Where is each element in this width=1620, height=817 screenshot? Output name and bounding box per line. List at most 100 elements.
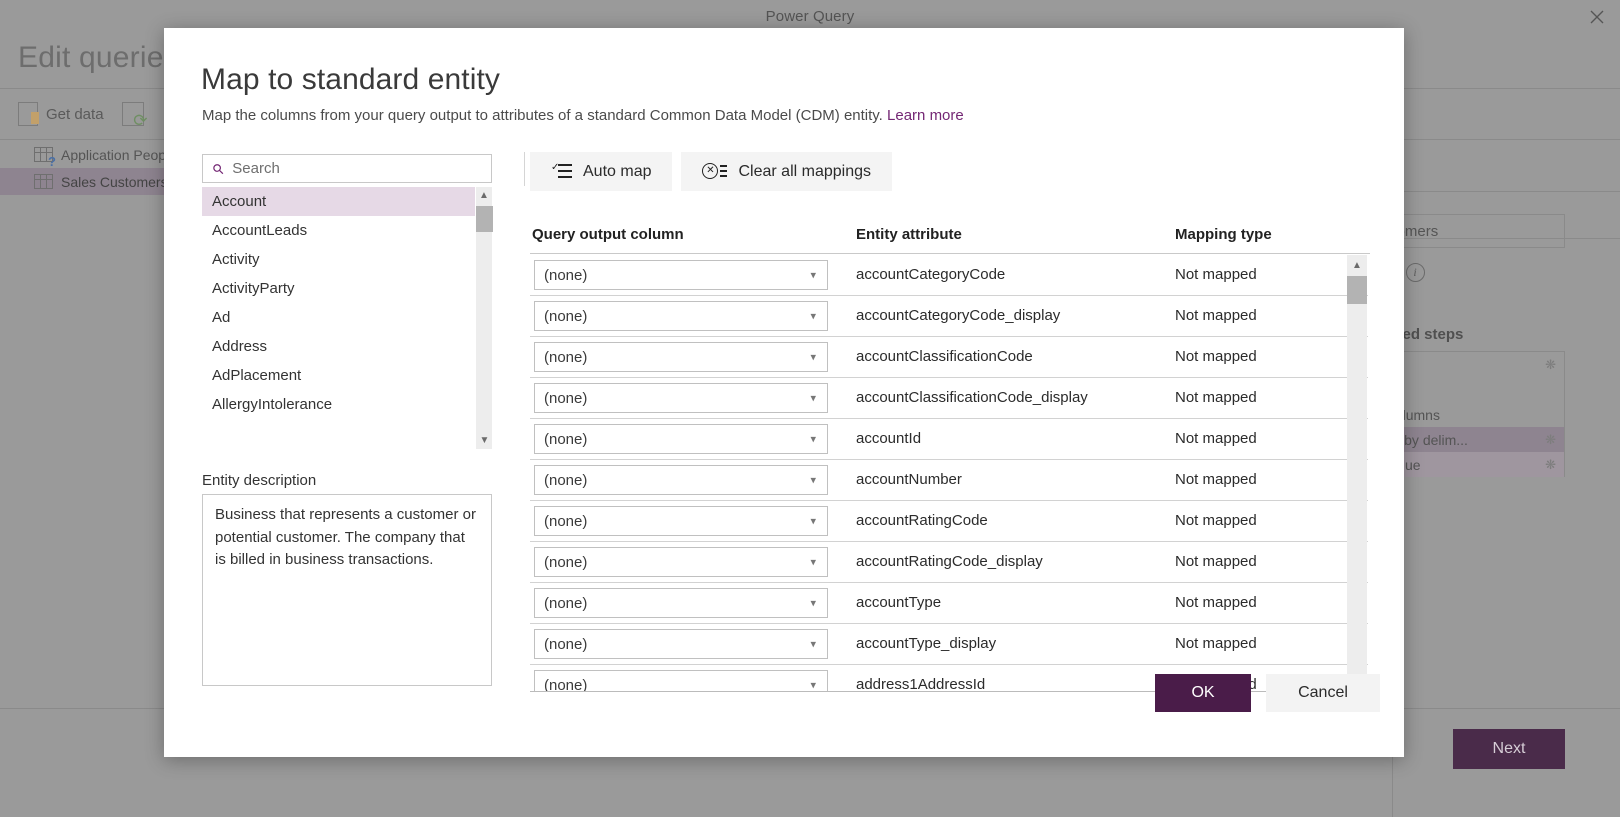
query-output-column-dropdown[interactable]: (none) ▾ (534, 547, 828, 577)
entity-label: Account (212, 193, 266, 210)
next-button[interactable]: Next (1453, 729, 1565, 769)
toolbar-divider (524, 152, 525, 186)
entity-attribute-value: accountId (856, 430, 921, 447)
search-icon: ⚲ (210, 160, 227, 177)
chevron-down-icon: ▾ (810, 597, 816, 610)
entity-list-item-allergyintolerance[interactable]: AllergyIntolerance (202, 390, 492, 419)
gear-icon[interactable]: ❋ (1545, 457, 1556, 473)
get-data-button[interactable]: Get data (18, 102, 104, 126)
entity-list-item-activityparty[interactable]: ActivityParty (202, 274, 492, 303)
chevron-down-icon: ▾ (810, 679, 816, 692)
entity-list-item-ad[interactable]: Ad (202, 303, 492, 332)
gear-icon[interactable]: ❋ (1545, 357, 1556, 373)
dropdown-value: (none) (544, 595, 587, 612)
info-icon[interactable]: i (1406, 263, 1425, 282)
query-output-column-dropdown[interactable]: (none) ▾ (534, 506, 828, 536)
entity-attribute-value: address1AddressId (856, 676, 985, 692)
chevron-down-icon: ▾ (810, 269, 816, 282)
query-output-column-dropdown[interactable]: (none) ▾ (534, 260, 828, 290)
search-input[interactable]: ⚲ Search (202, 154, 492, 183)
auto-map-icon: ✓ (551, 163, 572, 180)
query-label: Application People (61, 147, 177, 163)
clear-mappings-icon: ✕ (702, 163, 727, 180)
table-row: (none) ▾ accountClassificationCode Not m… (530, 337, 1368, 378)
query-output-column-dropdown[interactable]: (none) ▾ (534, 629, 828, 659)
query-output-column-dropdown[interactable]: (none) ▾ (534, 588, 828, 618)
page-title: Edit queries (18, 41, 179, 75)
dropdown-value: (none) (544, 349, 587, 366)
chevron-down-icon: ▾ (810, 474, 816, 487)
entity-attribute-value: accountClassificationCode (856, 348, 1033, 365)
mapping-type-value: Not mapped (1175, 553, 1257, 570)
close-icon[interactable] (1574, 0, 1620, 33)
table-row: (none) ▾ accountRatingCode_display Not m… (530, 542, 1368, 583)
query-output-column-dropdown[interactable]: (none) ▾ (534, 424, 828, 454)
mapping-type-value: Not mapped (1175, 512, 1257, 529)
dropdown-value: (none) (544, 677, 587, 693)
auto-map-label: Auto map (583, 163, 651, 181)
dropdown-value: (none) (544, 513, 587, 530)
entity-list[interactable]: Account AccountLeads Activity ActivityPa… (202, 187, 492, 449)
entity-list-item-accountleads[interactable]: AccountLeads (202, 216, 492, 245)
dropdown-value: (none) (544, 431, 587, 448)
auto-map-button[interactable]: ✓ Auto map (530, 152, 672, 191)
screen-root: Edit queries Get data Application People (0, 0, 1620, 817)
chevron-down-icon: ▾ (810, 433, 816, 446)
clear-all-mappings-label: Clear all mappings (738, 163, 871, 181)
dialog-subtitle-text: Map the columns from your query output t… (202, 107, 883, 124)
entity-label: Address (212, 338, 267, 355)
mapping-type-value: Not mapped (1175, 471, 1257, 488)
mapping-type-value: Not mapped (1175, 430, 1257, 447)
query-output-column-dropdown[interactable]: (none) ▾ (534, 301, 828, 331)
entity-list-item-address[interactable]: Address (202, 332, 492, 361)
entity-list-item-account[interactable]: Account (202, 187, 492, 216)
mapping-type-value: Not mapped (1175, 635, 1257, 652)
dropdown-value: (none) (544, 390, 587, 407)
mapping-toolbar: ✓ Auto map ✕ Clear all mappings (530, 152, 892, 191)
chevron-up-icon[interactable]: ▲ (1347, 255, 1367, 275)
entity-attribute-value: accountType (856, 594, 941, 611)
get-data-icon (18, 102, 38, 126)
dropdown-value: (none) (544, 267, 587, 284)
entity-attribute-value: accountCategoryCode_display (856, 307, 1060, 324)
ok-button[interactable]: OK (1155, 674, 1251, 712)
column-header-mapping-type: Mapping type (1175, 226, 1272, 243)
query-output-column-dropdown[interactable]: (none) ▾ (534, 465, 828, 495)
query-output-column-dropdown[interactable]: (none) ▾ (534, 383, 828, 413)
query-output-column-dropdown[interactable]: (none) ▾ (534, 670, 828, 692)
learn-more-link[interactable]: Learn more (887, 107, 964, 124)
search-value: Search (232, 160, 280, 177)
table-row: (none) ▾ accountType_display Not mapped (530, 624, 1368, 665)
clear-all-mappings-button[interactable]: ✕ Clear all mappings (681, 152, 892, 191)
map-to-standard-entity-dialog: Map to standard entity Map the columns f… (164, 28, 1404, 757)
cancel-button[interactable]: Cancel (1266, 674, 1380, 712)
chevron-up-icon[interactable]: ▲ (476, 187, 492, 204)
gear-icon[interactable]: ❋ (1545, 432, 1556, 448)
chevron-down-icon[interactable]: ▼ (476, 432, 493, 449)
entity-label: AccountLeads (212, 222, 307, 239)
chevron-down-icon: ▾ (810, 556, 816, 569)
table-question-icon (34, 147, 53, 162)
dialog-title: Map to standard entity (201, 63, 500, 97)
chevron-down-icon: ▾ (810, 392, 816, 405)
entity-attribute-value: accountRatingCode (856, 512, 988, 529)
chevron-down-icon: ▾ (810, 638, 816, 651)
entity-list-scrollbar[interactable]: ▲ ▼ (475, 187, 492, 449)
refresh-icon (122, 102, 144, 126)
table-row: (none) ▾ accountId Not mapped (530, 419, 1368, 460)
chevron-down-icon: ▾ (810, 351, 816, 364)
query-label: Sales Customers (61, 174, 168, 190)
scrollbar-thumb[interactable] (1347, 276, 1367, 304)
mapping-table-scrollbar[interactable]: ▲ ▼ (1347, 255, 1367, 692)
table-row: (none) ▾ accountCategoryCode_display Not… (530, 296, 1368, 337)
entity-list-item-activity[interactable]: Activity (202, 245, 492, 274)
table-row: (none) ▾ accountCategoryCode Not mapped (530, 255, 1368, 296)
scrollbar-thumb[interactable] (476, 206, 493, 232)
entity-description-label: Entity description (202, 472, 316, 489)
chevron-down-icon: ▾ (810, 515, 816, 528)
refresh-button[interactable] (122, 102, 144, 126)
query-output-column-dropdown[interactable]: (none) ▾ (534, 342, 828, 372)
window-title: Power Query (766, 8, 855, 25)
get-data-label: Get data (46, 106, 104, 123)
entity-list-item-adplacement[interactable]: AdPlacement (202, 361, 492, 390)
